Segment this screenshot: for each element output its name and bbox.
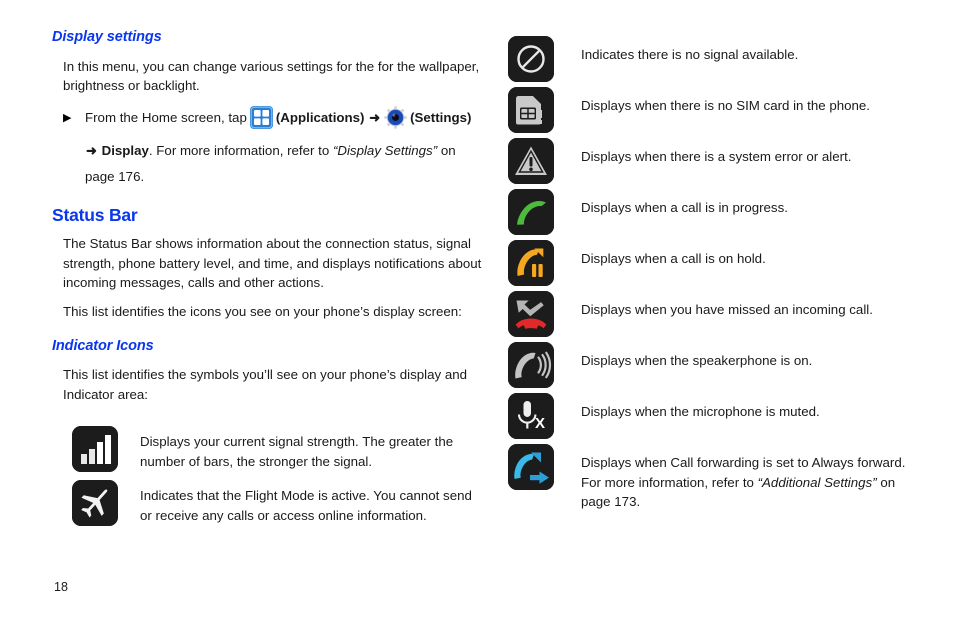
indicator-row-signal-strength: Displays your current signal strength. T… [52,426,482,473]
svg-text:X: X [535,415,545,432]
applications-grid-icon [249,105,273,138]
indicator-description: Displays when a call is in progress. [581,200,788,215]
left-column: Display settings In this menu, you can c… [52,29,482,527]
flight-mode-airplane-icon [72,480,118,527]
status-bar-paragraph-1: The Status Bar shows information about t… [63,236,482,291]
indicator-row-call-forwarding: Displays when Call forwarding is set to … [508,444,928,512]
display-settings-heading: Display settings [52,29,162,45]
speakerphone-icon-cell [508,342,554,388]
indicator-description: Displays when the speakerphone is on. [581,353,813,368]
indicator-icons-intro: This list identifies the symbols you’ll … [63,367,468,402]
speakerphone-on-icon [508,342,554,388]
bullet-sentence-tail: . For more information, refer to [148,142,330,158]
status-bar-heading: Status Bar [52,204,138,225]
settings-label: (Settings) [410,109,472,125]
call-forwarding-icon-cell [508,444,554,490]
indicator-icons-heading: Indicator Icons [52,338,154,355]
indicator-row-system-error: Displays when there is a system error or… [508,138,928,184]
arrow-right-icon-1: ➜ [369,109,381,125]
indicator-description: Displays your current signal strength. T… [140,434,454,469]
arrow-right-icon-2: ➜ [86,142,97,158]
microphone-muted-icon-cell: X [508,393,554,439]
missed-call-icon [508,291,554,337]
call-on-hold-icon-cell [508,240,554,286]
display-menu-label: Display [101,142,149,158]
status-bar-paragraph-2: This list identifies the icons you see o… [63,303,462,319]
display-settings-bullet: ▶ From the Home screen, tap (Application… [52,105,482,190]
indicator-row-flight-mode: Indicates that the Flight Mode is active… [52,480,482,527]
call-forwarding-desc-line-2-pre: For more information, refer to [581,474,754,490]
call-forwarding-desc-line-2-post: on [876,474,896,490]
bullet-lead-text: From the Home screen, tap [85,109,247,125]
flight-mode-icon-cell [72,480,118,527]
indicator-description: Displays when Call forwarding is set to … [554,444,905,512]
no-sim-icon-cell [508,87,554,133]
signal-strength-icon [72,426,118,473]
bullet-text: From the Home screen, tap (Applications)… [85,105,482,190]
indicator-row-no-signal: Indicates there is no signal available. [508,36,928,82]
indicator-description: Displays when there is a system error or… [581,149,852,164]
indicator-row-call-in-progress: Displays when a call is in progress. [508,189,928,235]
indicator-row-speakerphone: Displays when the speakerphone is on. [508,342,928,388]
display-settings-reference: “Display Settings” [332,142,438,158]
indicator-description: Indicates there is no signal available. [581,47,799,62]
no-sim-card-icon [508,87,554,133]
applications-label: (Applications) [275,109,365,125]
page-number: 18 [54,580,68,594]
additional-settings-reference: “Additional Settings” [757,474,877,490]
indicator-description: Displays when there is no SIM card in th… [581,98,870,113]
call-forwarding-desc-line-1: Displays when Call forwarding is set to … [581,455,906,470]
system-error-icon-cell [508,138,554,184]
no-signal-icon-cell [508,36,554,82]
indicator-description: Displays when a call is on hold. [581,251,766,266]
call-in-progress-icon-cell [508,189,554,235]
indicator-row-missed-call: Displays when you have missed an incomin… [508,291,928,337]
signal-strength-icon-cell [72,426,118,473]
right-column: Indicates there is no signal available. [508,36,928,512]
call-on-hold-icon [508,240,554,286]
call-forwarding-desc-line-3: page 173. [581,494,641,509]
indicator-description: Displays when the microphone is muted. [581,404,820,419]
system-error-alert-icon [508,138,554,184]
manual-page: Display settings In this menu, you can c… [0,0,954,636]
indicator-row-call-on-hold: Displays when a call is on hold. [508,240,928,286]
call-forwarding-icon [508,444,554,490]
indicator-description: Indicates that the Flight Mode is active… [140,488,472,523]
no-signal-icon [508,36,554,82]
indicator-row-mic-muted: X Displays when the microphone is muted. [508,393,928,439]
missed-call-icon-cell [508,291,554,337]
indicator-description: Displays when you have missed an incomin… [581,302,873,317]
display-settings-intro: In this menu, you can change various set… [63,58,480,94]
settings-gear-icon [384,106,407,138]
indicator-row-no-sim: Displays when there is no SIM card in th… [508,87,928,133]
call-in-progress-icon [508,189,554,235]
bullet-triangle-icon: ▶ [63,111,72,124]
microphone-muted-icon: X [508,393,554,439]
